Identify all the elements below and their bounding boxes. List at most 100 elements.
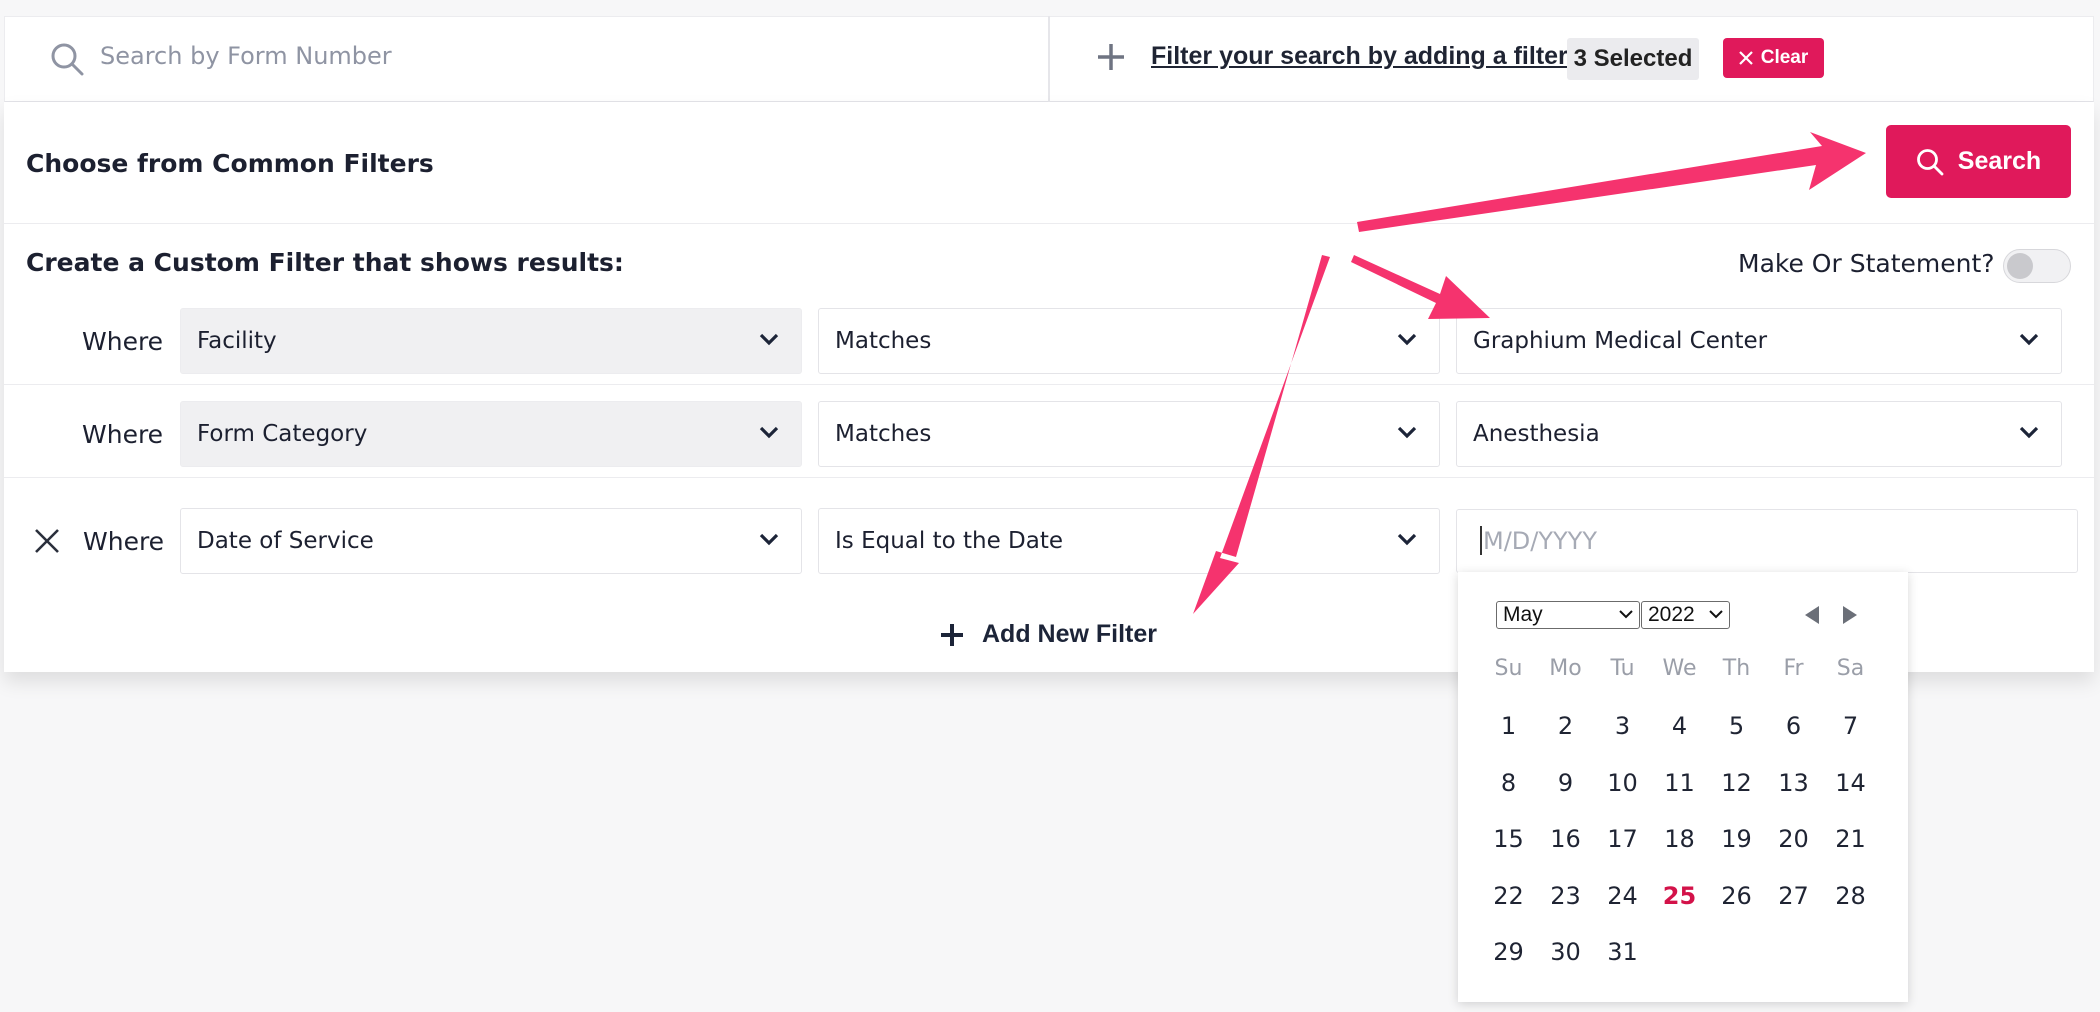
close-icon <box>1738 51 1753 65</box>
chevron-down-icon <box>1397 333 1417 346</box>
add-new-filter-button[interactable]: Add New Filter <box>940 620 1157 649</box>
calendar-day[interactable]: 21 <box>1822 811 1879 867</box>
previous-month-icon[interactable] <box>1803 604 1821 631</box>
clear-button[interactable]: Clear <box>1723 38 1824 78</box>
divider <box>4 384 2094 385</box>
or-statement-toggle[interactable] <box>2003 249 2071 283</box>
calendar-day[interactable]: 4 <box>1651 698 1708 754</box>
plus-icon[interactable] <box>1096 42 1126 76</box>
calendar-day[interactable]: 31 <box>1594 924 1651 980</box>
plus-icon <box>941 623 963 646</box>
calendar-day[interactable]: 18 <box>1651 811 1708 867</box>
weekday-label: Th <box>1722 656 1751 681</box>
divider <box>4 477 2094 478</box>
calendar-day[interactable]: 10 <box>1594 755 1651 811</box>
calendar-day[interactable]: 23 <box>1537 868 1594 924</box>
operator-select-value: Matches <box>835 421 932 447</box>
field-select-value: Date of Service <box>197 528 374 554</box>
calendar-day[interactable]: 26 <box>1708 868 1765 924</box>
search-button-label: Search <box>1957 147 2042 175</box>
field-select-value: Form Category <box>197 421 368 447</box>
calendar-day[interactable]: 1 <box>1480 698 1537 754</box>
add-filter-link[interactable]: Filter your search by adding a filter <box>1151 42 1568 71</box>
calendar-day[interactable]: 29 <box>1480 924 1537 980</box>
field-select[interactable]: Facility <box>180 308 802 374</box>
chevron-down-icon <box>1397 426 1417 439</box>
weekday-label: Su <box>1494 656 1523 681</box>
calendar-day[interactable]: 12 <box>1708 755 1765 811</box>
calendar-day[interactable]: 8 <box>1480 755 1537 811</box>
weekday-label: We <box>1662 656 1697 681</box>
value-select-value: Anesthesia <box>1473 421 1600 447</box>
date-picker: May 2022 Su Mo Tu We Th Fr Sa 1 2 3 4 5 6 7 8 9 10 11 12 1… <box>1458 572 1908 1002</box>
chevron-down-icon <box>759 426 779 439</box>
search-icon <box>50 42 84 76</box>
field-select[interactable]: Date of Service <box>180 508 802 574</box>
topbar-divider <box>1048 16 1050 102</box>
field-select[interactable]: Form Category <box>180 401 802 467</box>
operator-select-value: Matches <box>835 328 932 354</box>
operator-select-value: Is Equal to the Date <box>835 528 1064 554</box>
calendar-day-today[interactable]: 25 <box>1651 867 1708 924</box>
search-input[interactable]: Search by Form Number <box>100 42 392 70</box>
text-cursor <box>1480 526 1482 555</box>
month-select[interactable]: May <box>1496 601 1640 629</box>
calendar-day[interactable]: 14 <box>1822 755 1879 811</box>
value-select-value: Graphium Medical Center <box>1473 328 1768 354</box>
weekday-label: Mo <box>1549 656 1582 681</box>
calendar-day[interactable]: 9 <box>1537 755 1594 811</box>
calendar-day[interactable]: 30 <box>1537 924 1594 980</box>
common-filters-heading: Choose from Common Filters <box>26 149 434 178</box>
date-input-placeholder: M/D/YYYY <box>1483 527 1597 555</box>
chevron-down-icon <box>1619 610 1633 619</box>
calendar-day[interactable]: 16 <box>1537 811 1594 867</box>
where-label: Where <box>82 420 164 449</box>
chevron-down-icon <box>2019 426 2039 439</box>
calendar-day[interactable]: 11 <box>1651 755 1708 811</box>
calendar-day[interactable]: 6 <box>1765 698 1822 754</box>
weekday-header: Su Mo Tu We Th Fr Sa <box>1480 656 1879 681</box>
operator-select[interactable]: Is Equal to the Date <box>818 508 1440 574</box>
calendar-day[interactable]: 20 <box>1765 811 1822 867</box>
or-statement-label: Make Or Statement? <box>1738 249 1995 278</box>
calendar-day[interactable]: 22 <box>1480 868 1537 924</box>
value-select[interactable]: Anesthesia <box>1456 401 2062 467</box>
value-select[interactable]: Graphium Medical Center <box>1456 308 2062 374</box>
where-label: Where <box>82 327 164 356</box>
divider <box>4 223 2094 224</box>
remove-filter-icon[interactable] <box>33 527 61 559</box>
calendar-day[interactable]: 3 <box>1594 698 1651 754</box>
calendar-day[interactable]: 24 <box>1594 868 1651 924</box>
custom-filter-heading: Create a Custom Filter that shows result… <box>26 248 624 277</box>
calendar-day[interactable]: 7 <box>1822 698 1879 754</box>
year-select-value: 2022 <box>1648 603 1695 626</box>
chevron-down-icon <box>1709 610 1723 619</box>
next-month-icon[interactable] <box>1841 604 1859 631</box>
weekday-label: Fr <box>1783 656 1804 681</box>
calendar-day[interactable]: 13 <box>1765 755 1822 811</box>
weekday-label: Tu <box>1610 656 1635 681</box>
operator-select[interactable]: Matches <box>818 308 1440 374</box>
weekday-label: Sa <box>1836 656 1865 681</box>
chevron-down-icon <box>2019 333 2039 346</box>
chevron-down-icon <box>759 333 779 346</box>
operator-select[interactable]: Matches <box>818 401 1440 467</box>
calendar-day[interactable]: 15 <box>1480 811 1537 867</box>
calendar-day[interactable]: 27 <box>1765 868 1822 924</box>
field-select-value: Facility <box>197 328 277 354</box>
calendar-day[interactable]: 2 <box>1537 698 1594 754</box>
selected-count-badge: 3 Selected <box>1567 38 1699 80</box>
search-button[interactable]: Search <box>1886 125 2071 198</box>
search-icon <box>1916 148 1944 175</box>
calendar-day[interactable]: 17 <box>1594 811 1651 867</box>
clear-button-label: Clear <box>1760 47 1809 68</box>
calendar-day[interactable]: 5 <box>1708 698 1765 754</box>
year-select[interactable]: 2022 <box>1641 601 1730 629</box>
calendar-day[interactable]: 28 <box>1822 868 1879 924</box>
chevron-down-icon <box>1397 533 1417 546</box>
month-select-value: May <box>1503 603 1543 626</box>
calendar-day[interactable]: 19 <box>1708 811 1765 867</box>
toggle-knob <box>2007 253 2033 279</box>
day-grid: 1 2 3 4 5 6 7 8 9 10 11 12 13 14 15 16 17 18 19 20 21 22 23 24 2… <box>1480 698 1880 988</box>
add-new-filter-label: Add New Filter <box>982 620 1158 648</box>
